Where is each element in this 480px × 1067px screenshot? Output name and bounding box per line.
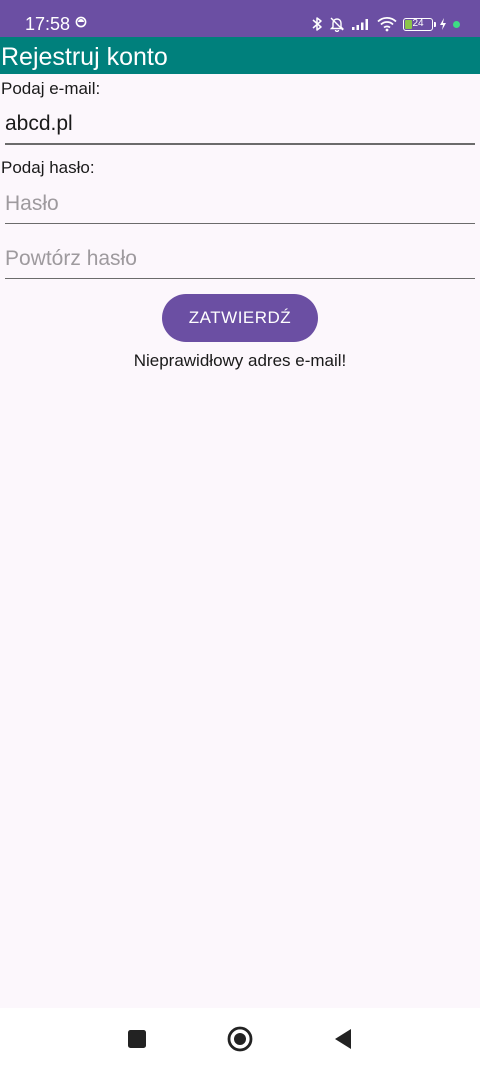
status-time: 17:58: [25, 14, 71, 34]
repeat-password-field[interactable]: [5, 239, 475, 279]
home-circle-icon[interactable]: [225, 1024, 255, 1054]
error-message: Nieprawidłowy adres e-mail!: [133, 351, 347, 370]
bluetooth-icon: [312, 17, 322, 31]
signal-icon: [352, 19, 368, 30]
charging-dot-icon: [453, 20, 460, 28]
battery-fill: [405, 19, 412, 29]
muted-bell-icon: [329, 17, 345, 32]
email-label: Podaj e-mail:: [1, 79, 101, 98]
submit-button[interactable]: ZATWIERDŹ: [162, 294, 318, 342]
wifi-icon: [377, 17, 397, 32]
email-field[interactable]: [5, 105, 475, 145]
battery-icon: 24: [403, 17, 436, 31]
recents-square-icon[interactable]: [122, 1024, 152, 1054]
page-title: Rejestruj konto: [1, 43, 168, 71]
back-triangle-icon[interactable]: [328, 1024, 358, 1054]
navigation-bar: [0, 1008, 480, 1067]
charging-icon: [440, 18, 446, 30]
sync-icon: [75, 16, 87, 28]
app-bar: Rejestruj konto: [0, 37, 480, 74]
status-icons: 24: [311, 13, 460, 35]
battery-level: 24: [412, 17, 424, 29]
password-field[interactable]: [5, 184, 475, 224]
password-label: Podaj hasło:: [1, 158, 95, 177]
